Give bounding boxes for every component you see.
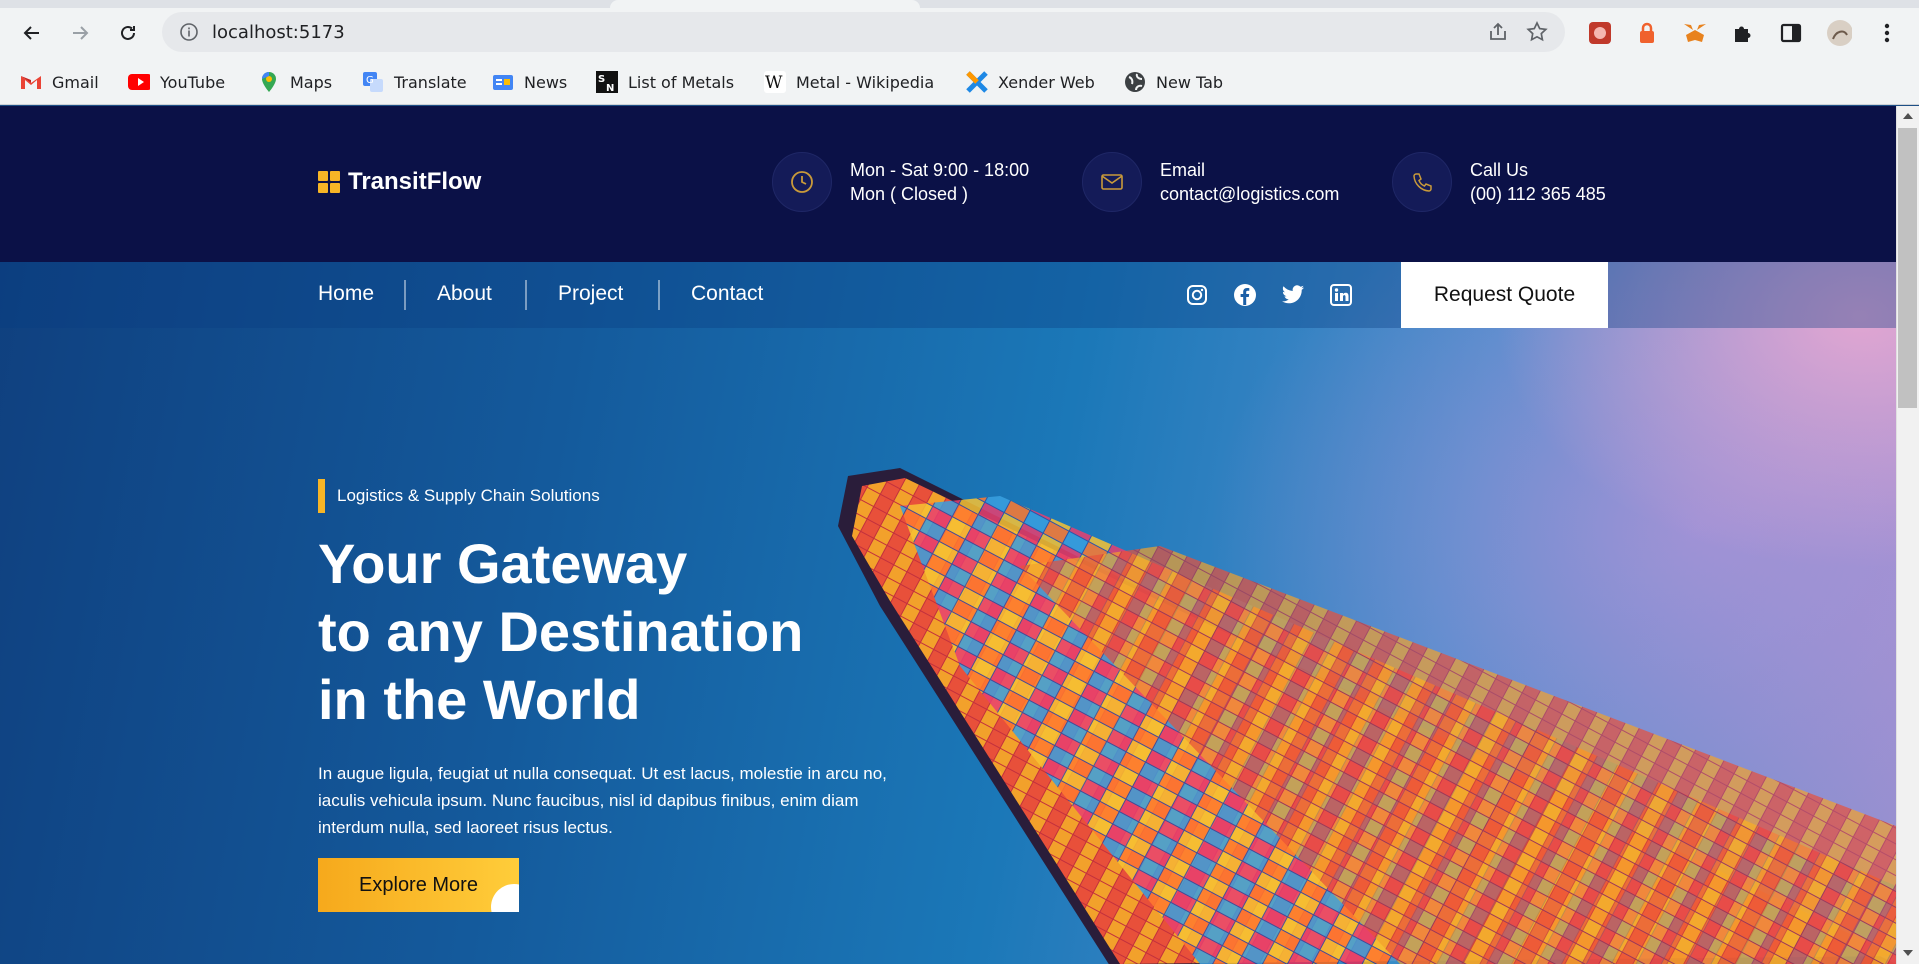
phone-label: Call Us [1470, 160, 1529, 180]
headline-line-1: Your Gateway [318, 532, 688, 595]
nav-divider [658, 280, 660, 310]
scroll-down-arrow-icon[interactable] [1900, 946, 1915, 960]
bookmark-label: Translate [394, 72, 467, 92]
mail-icon [1082, 152, 1142, 212]
active-tab[interactable] [610, 0, 920, 8]
globe-icon [1124, 71, 1146, 93]
nav-divider [404, 280, 406, 310]
hours-line-1: Mon - Sat 9:00 - 18:00 [850, 160, 1030, 180]
brand-logo[interactable]: TransitFlow [318, 168, 481, 196]
extensions-puzzle-icon[interactable] [1730, 20, 1756, 46]
hours-line-2: Mon ( Closed ) [850, 184, 969, 204]
facebook-icon[interactable] [1232, 282, 1258, 308]
maps-icon [258, 71, 280, 93]
profile-avatar[interactable] [1826, 20, 1852, 46]
scrollbar-thumb[interactable] [1898, 128, 1917, 408]
nav-about[interactable]: About [437, 282, 492, 306]
address-bar[interactable]: localhost:5173 [162, 12, 1565, 52]
bookmark-label: YouTube [160, 72, 226, 92]
hero-tagline: Logistics & Supply Chain Solutions [318, 479, 600, 513]
bookmark-new-tab[interactable]: New Tab [1124, 70, 1223, 94]
phone-icon [1392, 152, 1452, 212]
phone-info: Call Us (00) 112 365 485 [1392, 152, 1606, 212]
svg-text:S: S [598, 74, 605, 85]
bookmark-label: Metal - Wikipedia [796, 72, 935, 92]
phone-value[interactable]: (00) 112 365 485 [1470, 182, 1606, 206]
clock-icon [772, 152, 832, 212]
hero-description: In augue ligula, feugiat ut nulla conseq… [318, 764, 887, 837]
nav-project[interactable]: Project [558, 282, 623, 306]
bookmark-news[interactable]: News [492, 70, 567, 94]
tagline-text: Logistics & Supply Chain Solutions [337, 486, 600, 505]
bookmark-label: Xender Web [998, 72, 1095, 92]
url-text[interactable]: localhost:5173 [212, 22, 345, 43]
website: TransitFlow Mon - Sat 9:00 - 18:00 Mon (… [0, 106, 1896, 964]
back-icon[interactable] [18, 19, 46, 47]
scroll-up-arrow-icon[interactable] [1900, 109, 1915, 123]
bookmark-list-of-metals[interactable]: SN List of Metals [596, 70, 734, 94]
site-header: TransitFlow Mon - Sat 9:00 - 18:00 Mon (… [0, 106, 1896, 262]
email-value[interactable]: contact@logistics.com [1160, 182, 1339, 206]
bookmark-label: Gmail [52, 72, 99, 92]
explore-more-label: Explore More [359, 873, 478, 896]
news-icon [492, 71, 514, 93]
browser-menu-icon[interactable] [1874, 20, 1900, 46]
email-info: Email contact@logistics.com [1082, 152, 1339, 212]
hero-headline: Your Gateway to any Destination in the W… [318, 530, 803, 734]
metamask-fox-icon[interactable] [1682, 20, 1708, 46]
bookmark-gmail[interactable]: Gmail [20, 70, 99, 94]
gmail-icon [20, 71, 42, 93]
bookmark-star-icon[interactable] [1525, 20, 1549, 49]
linkedin-icon[interactable] [1328, 282, 1354, 308]
nav-divider [525, 280, 527, 310]
extension-lock-icon[interactable] [1634, 20, 1660, 46]
bookmarks-bar: Gmail YouTube Maps G Translate News SN L… [0, 58, 1919, 105]
tab-strip [0, 0, 1919, 8]
headline-line-2: to any Destination [318, 600, 804, 663]
translate-icon: G [362, 71, 384, 93]
tagline-accent-bar [318, 479, 325, 513]
brand-name: TransitFlow [348, 168, 482, 195]
main-nav: Home About Project Contact Request Quote [0, 262, 1896, 328]
wikipedia-icon: W [764, 71, 786, 93]
nav-home[interactable]: Home [318, 282, 374, 306]
bookmark-translate[interactable]: G Translate [362, 70, 467, 94]
svg-text:G: G [366, 75, 374, 86]
side-panel-icon[interactable] [1778, 20, 1804, 46]
button-corner-decoration [491, 884, 519, 912]
twitter-icon[interactable] [1280, 282, 1306, 308]
youtube-icon [128, 71, 150, 93]
request-quote-button[interactable]: Request Quote [1401, 262, 1608, 328]
svg-text:W: W [765, 73, 783, 93]
explore-more-button[interactable]: Explore More [318, 858, 519, 912]
email-label: Email [1160, 160, 1206, 180]
sn-icon: SN [596, 71, 618, 93]
nav-contact[interactable]: Contact [691, 282, 763, 306]
site-info-icon[interactable] [179, 22, 199, 47]
reload-icon[interactable] [114, 19, 142, 47]
bookmark-xender-web[interactable]: Xender Web [966, 70, 1095, 94]
forward-icon[interactable] [66, 19, 94, 47]
xender-icon [966, 71, 988, 93]
svg-text:N: N [606, 83, 614, 93]
share-icon[interactable] [1487, 21, 1509, 48]
bookmark-youtube[interactable]: YouTube [128, 70, 225, 94]
bookmark-metal-wikipedia[interactable]: W Metal - Wikipedia [764, 70, 934, 94]
logo-mark-icon [318, 171, 340, 193]
bookmark-maps[interactable]: Maps [258, 70, 332, 94]
bookmark-label: Maps [290, 72, 333, 92]
headline-line-3: in the World [318, 668, 641, 731]
bookmark-label: List of Metals [628, 72, 735, 92]
instagram-icon[interactable] [1184, 282, 1210, 308]
browser-toolbar: localhost:5173 [0, 8, 1919, 58]
hours-info: Mon - Sat 9:00 - 18:00 Mon ( Closed ) [772, 152, 1029, 212]
extension-red-icon[interactable] [1587, 20, 1613, 46]
bookmark-label: News [524, 72, 568, 92]
bookmark-label: New Tab [1156, 72, 1224, 92]
